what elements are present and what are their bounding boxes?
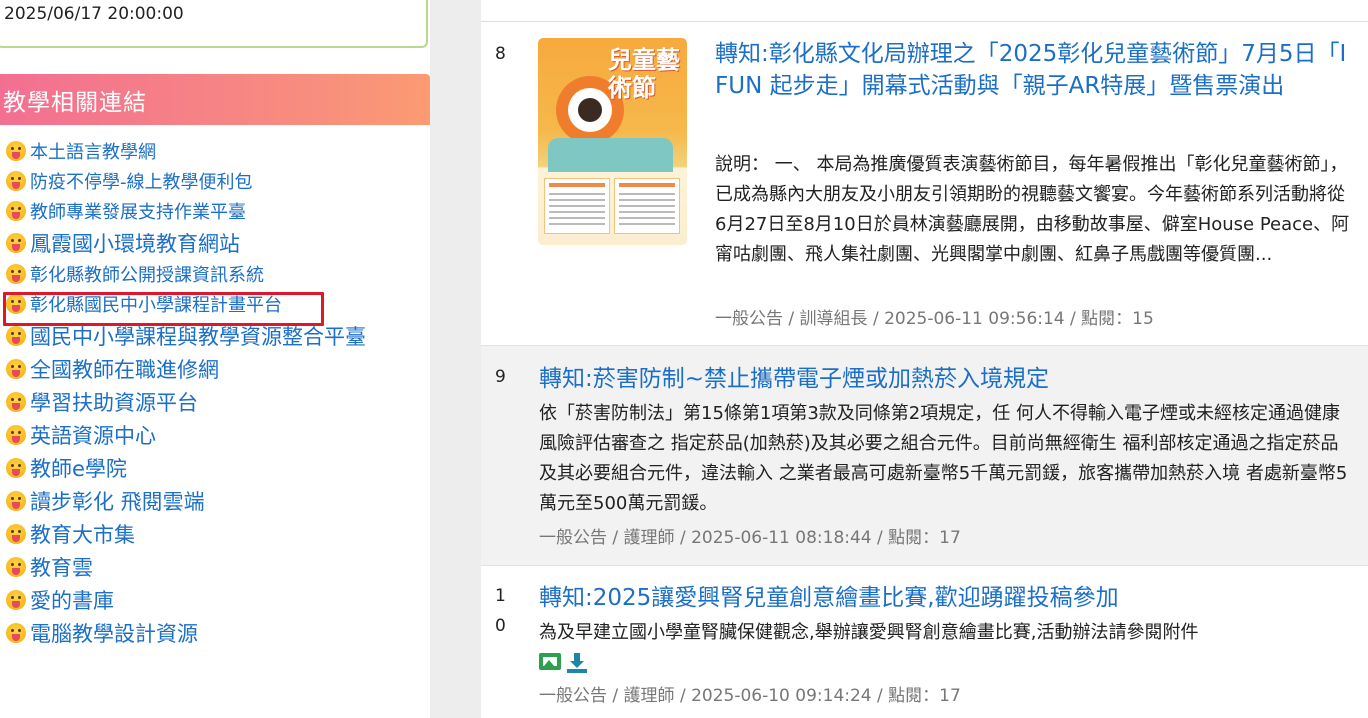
- teaching-links-title: 教學相關連結: [3, 90, 147, 116]
- tongue-emoji-icon: [6, 622, 26, 643]
- link-item[interactable]: 教師專業發展支持作業平臺: [0, 196, 430, 226]
- link-item[interactable]: 全國教師在職進修網: [0, 352, 430, 385]
- news-meta: 一般公告 / 護理師 / 2025-06-10 09:14:24 / 點閱：17: [539, 686, 961, 706]
- tongue-emoji-icon: [6, 424, 26, 445]
- link-text[interactable]: 教育大市集: [30, 519, 135, 549]
- link-item[interactable]: 英語資源中心: [0, 418, 430, 451]
- link-text[interactable]: 教師e學院: [30, 453, 127, 483]
- previous-item-edge: [481, 0, 1368, 22]
- news-item: 8 兒童藝術節 轉知:彰化縣文化局辦理之「2025彰化兒童藝術節」7月5日「I …: [481, 23, 1368, 346]
- image-attachment-icon[interactable]: [539, 653, 561, 670]
- link-text[interactable]: 教育雲: [30, 552, 93, 582]
- tongue-emoji-icon: [6, 325, 26, 346]
- tongue-emoji-icon: [6, 358, 26, 379]
- highlight-box: [3, 292, 324, 326]
- news-description: 說明： 一、 本局為推廣優質表演藝術節目，每年暑假推出「彰化兒童藝術節」，已成為…: [715, 154, 1350, 265]
- tongue-emoji-icon: [6, 391, 26, 412]
- item-number: 8: [495, 44, 506, 64]
- link-text[interactable]: 全國教師在職進修網: [30, 354, 219, 384]
- link-item[interactable]: 彰化縣教師公開授課資訊系統: [0, 259, 430, 289]
- stage-graphic: [548, 138, 673, 172]
- tongue-emoji-icon: [6, 171, 26, 191]
- datetime-box: 2025/06/17 20:00:00: [0, 0, 428, 48]
- link-text[interactable]: 讀步彰化 飛閱雲端: [30, 486, 205, 516]
- link-item[interactable]: 鳳霞國小環境教育網站: [0, 226, 430, 259]
- datetime-text: 2025/06/17 20:00:00: [4, 4, 184, 24]
- tongue-emoji-icon: [6, 201, 26, 221]
- link-text[interactable]: 教師專業發展支持作業平臺: [30, 198, 246, 224]
- teaching-links-list: 本土語言教學網 防疫不停學-線上教學便利包 教師專業發展支持作業平臺 鳳霞國小環…: [0, 136, 430, 649]
- tongue-emoji-icon: [6, 232, 26, 253]
- news-title-link[interactable]: 轉知:彰化縣文化局辦理之「2025彰化兒童藝術節」7月5日「I FUN 起步走」…: [715, 38, 1360, 102]
- link-item[interactable]: 教育大市集: [0, 517, 430, 550]
- poster-info-block: [544, 178, 610, 234]
- link-item[interactable]: 教育雲: [0, 550, 430, 583]
- link-text[interactable]: 本土語言教學網: [30, 138, 156, 164]
- link-item[interactable]: 愛的書庫: [0, 583, 430, 616]
- link-text[interactable]: 英語資源中心: [30, 420, 156, 450]
- link-item[interactable]: 學習扶助資源平台: [0, 385, 430, 418]
- news-meta: 一般公告 / 訓導組長 / 2025-06-11 09:56:14 / 點閱：1…: [715, 309, 1154, 329]
- link-text[interactable]: 愛的書庫: [30, 585, 114, 615]
- news-list: 8 兒童藝術節 轉知:彰化縣文化局辦理之「2025彰化兒童藝術節」7月5日「I …: [481, 0, 1368, 718]
- tongue-emoji-icon: [6, 457, 26, 478]
- tongue-emoji-icon: [6, 264, 26, 284]
- poster-info-block: [614, 178, 680, 234]
- news-description: 依「菸害防制法」第15條第1項第3款及同條第2項規定，任 何人不得輸入電子煙或未…: [539, 403, 1348, 514]
- tongue-emoji-icon: [6, 141, 26, 161]
- link-text[interactable]: 防疫不停學-線上教學便利包: [30, 168, 253, 194]
- tongue-emoji-icon: [6, 589, 26, 610]
- download-icon[interactable]: [567, 653, 587, 673]
- news-meta: 一般公告 / 護理師 / 2025-06-11 08:18:44 / 點閱：17: [539, 528, 961, 548]
- column-gutter: [430, 0, 481, 718]
- item-number: 9: [495, 367, 506, 387]
- tongue-emoji-icon: [6, 490, 26, 511]
- tongue-emoji-icon: [6, 556, 26, 577]
- poster-title: 兒童藝術節: [608, 46, 680, 102]
- link-item[interactable]: 教師e學院: [0, 451, 430, 484]
- news-title-link[interactable]: 轉知:2025讓愛興腎兒童創意繪畫比賽,歡迎踴躍投稿參加: [539, 582, 1339, 614]
- tongue-emoji-icon: [6, 523, 26, 544]
- link-text[interactable]: 鳳霞國小環境教育網站: [30, 228, 240, 258]
- link-item[interactable]: 本土語言教學網: [0, 136, 430, 166]
- link-item[interactable]: 電腦教學設計資源: [0, 616, 430, 649]
- link-text[interactable]: 學習扶助資源平台: [30, 387, 198, 417]
- link-item[interactable]: 防疫不停學-線上教學便利包: [0, 166, 430, 196]
- news-title-link[interactable]: 轉知:菸害防制~禁止攜帶電子煙或加熱菸入境規定: [539, 363, 1339, 395]
- link-text[interactable]: 彰化縣教師公開授課資訊系統: [30, 261, 264, 287]
- link-item[interactable]: 讀步彰化 飛閱雲端: [0, 484, 430, 517]
- news-item: 10 轉知:2025讓愛興腎兒童創意繪畫比賽,歡迎踴躍投稿參加 為及早建立國小學…: [481, 566, 1368, 718]
- left-sidebar: 2025/06/17 20:00:00 教學相關連結 本土語言教學網 防疫不停學…: [0, 0, 430, 718]
- link-text[interactable]: 電腦教學設計資源: [30, 618, 198, 648]
- news-thumbnail[interactable]: 兒童藝術節: [538, 38, 687, 245]
- teaching-links-header: 教學相關連結: [0, 74, 430, 125]
- news-description: 為及早建立國小學童腎臟保健觀念,舉辦讓愛興腎創意繪畫比賽,活動辦法請參閱附件: [539, 622, 1199, 643]
- item-number: 10: [495, 586, 506, 636]
- news-item: 9 轉知:菸害防制~禁止攜帶電子煙或加熱菸入境規定 依「菸害防制法」第15條第1…: [481, 346, 1368, 566]
- attachment-icons: [539, 653, 587, 673]
